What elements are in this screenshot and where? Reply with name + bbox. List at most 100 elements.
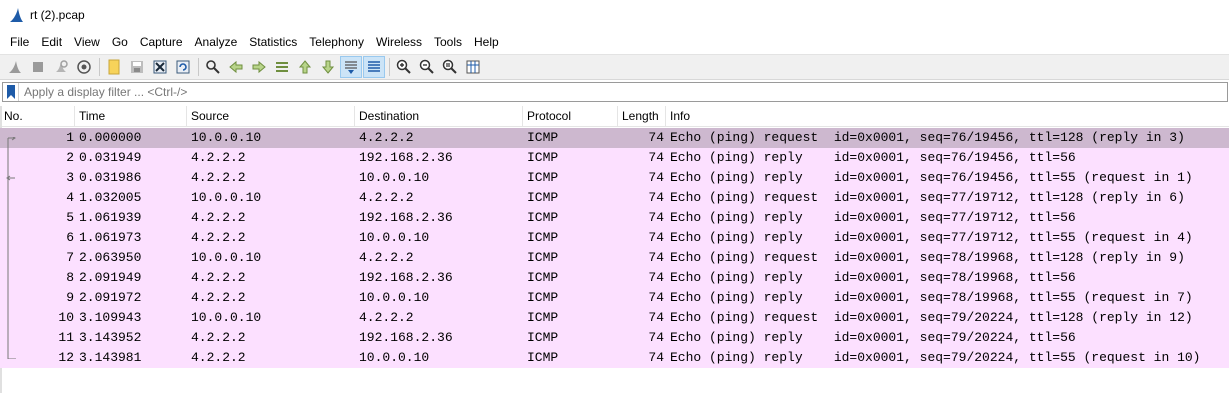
packet-info: Echo (ping) reply id=0x0001, seq=76/1945… xyxy=(670,170,1193,185)
find-packet-icon[interactable] xyxy=(202,56,224,78)
packet-destination: 192.168.2.36 xyxy=(359,150,453,165)
display-filter-input[interactable] xyxy=(19,84,1209,100)
menu-analyze[interactable]: Analyze xyxy=(189,32,244,52)
menu-capture[interactable]: Capture xyxy=(134,32,189,52)
packet-time: 3.109943 xyxy=(79,310,142,325)
close-file-icon[interactable] xyxy=(149,56,171,78)
menu-tools[interactable]: Tools xyxy=(428,32,468,52)
menu-help[interactable]: Help xyxy=(468,32,505,52)
toolbar-separator xyxy=(389,58,390,76)
zoom-in-icon[interactable] xyxy=(393,56,415,78)
packet-destination: 192.168.2.36 xyxy=(359,330,453,345)
packet-number: 10 xyxy=(58,310,74,325)
go-last-icon[interactable] xyxy=(317,56,339,78)
zoom-normal-icon[interactable] xyxy=(439,56,461,78)
packet-destination: 10.0.0.10 xyxy=(359,350,430,365)
colorize-icon[interactable] xyxy=(363,56,385,78)
menu-go[interactable]: Go xyxy=(106,32,134,52)
packet-destination: 4.2.2.2 xyxy=(359,190,414,205)
packet-row[interactable]: 9 2.091972 4.2.2.2 10.0.0.10 ICMP 74 Ech… xyxy=(0,288,1229,308)
packet-time: 0.031949 xyxy=(79,150,142,165)
bookmark-icon[interactable] xyxy=(3,83,19,101)
packet-list-header: No. Time Source Destination Protocol Len… xyxy=(0,106,1229,127)
packet-time: 3.143952 xyxy=(79,330,142,345)
resize-columns-icon[interactable] xyxy=(462,56,484,78)
packet-time: 1.061973 xyxy=(79,230,142,245)
packet-source: 4.2.2.2 xyxy=(191,330,246,345)
packet-protocol: ICMP xyxy=(527,210,559,225)
menu-bar: File Edit View Go Capture Analyze Statis… xyxy=(0,32,1229,52)
column-header-protocol[interactable]: Protocol xyxy=(523,106,618,127)
packet-number: 2 xyxy=(66,150,74,165)
menu-statistics[interactable]: Statistics xyxy=(243,32,303,52)
display-filter-bar xyxy=(2,82,1228,102)
column-header-destination[interactable]: Destination xyxy=(355,106,523,127)
column-header-no[interactable]: No. xyxy=(0,106,75,127)
go-back-icon[interactable] xyxy=(225,56,247,78)
packet-length: 74 xyxy=(648,290,664,305)
packet-row[interactable]: 4 1.032005 10.0.0.10 4.2.2.2 ICMP 74 Ech… xyxy=(0,188,1229,208)
packet-row[interactable]: 10 3.109943 10.0.0.10 4.2.2.2 ICMP 74 Ec… xyxy=(0,308,1229,328)
packet-row[interactable]: 1 0.000000 10.0.0.10 4.2.2.2 ICMP 74 Ech… xyxy=(0,128,1229,148)
packet-length: 74 xyxy=(648,210,664,225)
packet-protocol: ICMP xyxy=(527,150,559,165)
column-header-info[interactable]: Info xyxy=(666,106,1229,127)
packet-number: 12 xyxy=(58,350,74,365)
toolbar-separator xyxy=(99,58,100,76)
packet-info: Echo (ping) reply id=0x0001, seq=79/2022… xyxy=(670,350,1201,365)
go-forward-icon[interactable] xyxy=(248,56,270,78)
packet-row[interactable]: 3 0.031986 4.2.2.2 10.0.0.10 ICMP 74 Ech… xyxy=(0,168,1229,188)
column-header-time[interactable]: Time xyxy=(75,106,187,127)
column-header-source[interactable]: Source xyxy=(187,106,355,127)
open-file-icon[interactable] xyxy=(103,56,125,78)
packet-time: 2.063950 xyxy=(79,250,142,265)
menu-view[interactable]: View xyxy=(68,32,106,52)
packet-row[interactable]: 7 2.063950 10.0.0.10 4.2.2.2 ICMP 74 Ech… xyxy=(0,248,1229,268)
wireshark-logo-icon xyxy=(10,8,23,22)
packet-number: 9 xyxy=(66,290,74,305)
packet-source: 10.0.0.10 xyxy=(191,310,262,325)
packet-protocol: ICMP xyxy=(527,130,559,145)
packet-time: 0.000000 xyxy=(79,130,142,145)
zoom-out-icon[interactable] xyxy=(416,56,438,78)
save-file-icon[interactable] xyxy=(126,56,148,78)
reload-file-icon[interactable] xyxy=(172,56,194,78)
packet-protocol: ICMP xyxy=(527,310,559,325)
packet-info: Echo (ping) reply id=0x0001, seq=79/2022… xyxy=(670,330,1076,345)
packet-source: 4.2.2.2 xyxy=(191,270,246,285)
packet-number: 3 xyxy=(66,170,74,185)
packet-number: 8 xyxy=(66,270,74,285)
menu-telephony[interactable]: Telephony xyxy=(303,32,370,52)
packet-row[interactable]: 6 1.061973 4.2.2.2 10.0.0.10 ICMP 74 Ech… xyxy=(0,228,1229,248)
packet-row[interactable]: 8 2.091949 4.2.2.2 192.168.2.36 ICMP 74 … xyxy=(0,268,1229,288)
packet-time: 2.091949 xyxy=(79,270,142,285)
packet-destination: 4.2.2.2 xyxy=(359,130,414,145)
menu-file[interactable]: File xyxy=(4,32,35,52)
packet-length: 74 xyxy=(648,150,664,165)
restart-icon[interactable] xyxy=(50,56,72,78)
packet-length: 74 xyxy=(648,310,664,325)
capture-options-icon[interactable] xyxy=(73,56,95,78)
packet-row[interactable]: 5 1.061939 4.2.2.2 192.168.2.36 ICMP 74 … xyxy=(0,208,1229,228)
packet-number: 4 xyxy=(66,190,74,205)
packet-info: Echo (ping) request id=0x0001, seq=76/19… xyxy=(670,130,1185,145)
packet-source: 10.0.0.10 xyxy=(191,250,262,265)
column-header-length[interactable]: Length xyxy=(618,106,666,127)
packet-row[interactable]: 12 3.143981 4.2.2.2 10.0.0.10 ICMP 74 Ec… xyxy=(0,348,1229,368)
packet-protocol: ICMP xyxy=(527,290,559,305)
go-first-icon[interactable] xyxy=(294,56,316,78)
go-to-packet-icon[interactable] xyxy=(271,56,293,78)
menu-wireless[interactable]: Wireless xyxy=(370,32,428,52)
packet-destination: 10.0.0.10 xyxy=(359,170,430,185)
packet-length: 74 xyxy=(648,270,664,285)
menu-edit[interactable]: Edit xyxy=(35,32,68,52)
packet-number: 11 xyxy=(58,330,74,345)
packet-info: Echo (ping) reply id=0x0001, seq=77/1971… xyxy=(670,230,1193,245)
packet-row[interactable]: 2 0.031949 4.2.2.2 192.168.2.36 ICMP 74 … xyxy=(0,148,1229,168)
packet-length: 74 xyxy=(648,130,664,145)
shark-fin-start-icon[interactable] xyxy=(4,56,26,78)
packet-info: Echo (ping) reply id=0x0001, seq=76/1945… xyxy=(670,150,1076,165)
stop-icon[interactable] xyxy=(27,56,49,78)
autoscroll-icon[interactable] xyxy=(340,56,362,78)
packet-row[interactable]: 11 3.143952 4.2.2.2 192.168.2.36 ICMP 74… xyxy=(0,328,1229,348)
